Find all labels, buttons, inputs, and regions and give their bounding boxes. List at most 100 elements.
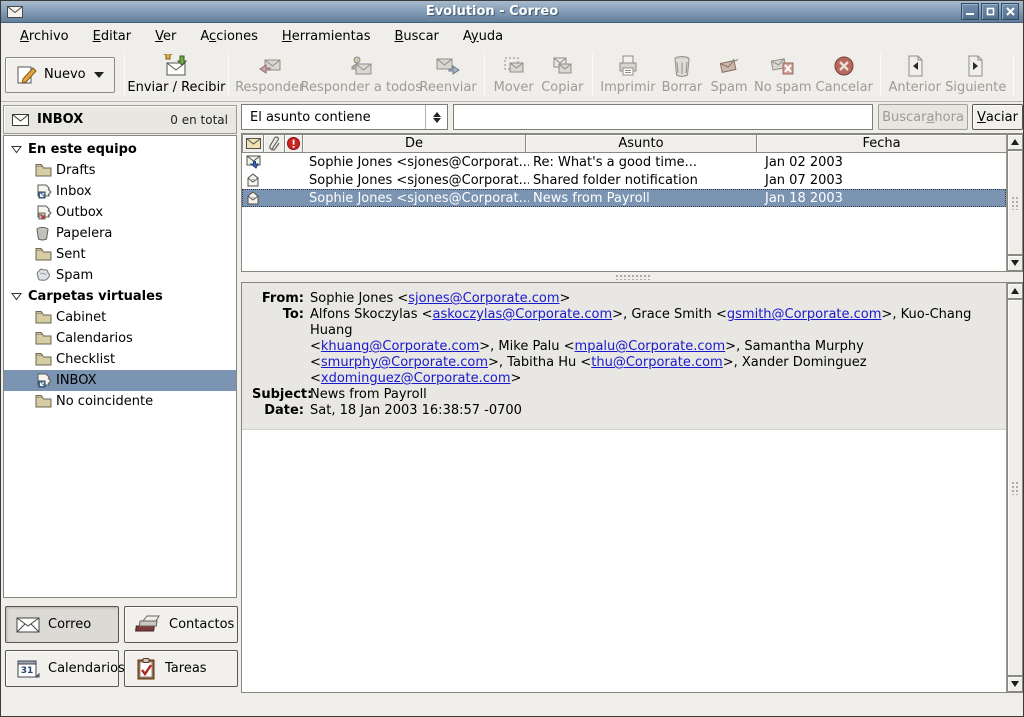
column-header-mail-status[interactable] [242,134,264,153]
spam-icon [716,54,742,78]
switcher-contactos[interactable]: Contactos [124,606,238,643]
menu-archivo[interactable]: Archivo [9,26,80,47]
message-list-scrollbar[interactable] [1006,134,1023,271]
column-header-fecha[interactable]: Fecha [756,134,1006,153]
folder-sent[interactable]: Sent [4,244,236,265]
email-link[interactable]: askoczylas@Corporate.com [433,307,613,322]
folder-spam[interactable]: Spam [4,265,236,286]
message-body [242,430,1006,692]
no-spam-button[interactable]: No spam [752,52,814,97]
search-input[interactable] [453,104,873,130]
clear-search-button[interactable]: Vaciar [972,104,1023,130]
forward-button[interactable]: Reenviar [417,52,478,97]
trash-icon [35,226,52,241]
menu-ayuda[interactable]: Ayuda [452,26,514,47]
email-link[interactable]: gsmith@Corporate.com [727,307,882,322]
spam-button[interactable]: Spam [706,52,752,97]
toolbar: Nuevo Enviar / Recibir Responder Responder … [1,48,1023,102]
combo-spinner-icon[interactable] [425,105,447,129]
mail-open-icon [242,173,264,187]
column-header-de[interactable]: De [302,134,526,153]
tree-group-carpetas-virtuales[interactable]: Carpetas virtuales [4,286,236,307]
email-link[interactable]: smurphy@Corporate.com [321,355,488,370]
message-row[interactable]: Sophie Jones <sjones@Corporat... Re: What… [242,153,1006,171]
folder-icon [35,310,52,325]
column-header-asunto[interactable]: Asunto [525,134,757,153]
column-header-attachment[interactable] [263,134,285,153]
date-label: Date: [264,403,304,418]
cancel-button[interactable]: Cancelar [814,52,875,97]
scroll-thumb[interactable] [1007,299,1023,676]
message-row[interactable]: Sophie Jones <sjones@Corporat... News fro… [242,189,1006,207]
horizontal-splitter[interactable] [241,273,1023,281]
copy-button[interactable]: Copiar [538,52,587,97]
folder-outbox[interactable]: Outbox [4,202,236,223]
message-row[interactable]: Sophie Jones <sjones@Corporat... Shared f… [242,171,1006,189]
next-button[interactable]: Siguiente [943,52,1008,97]
folder-calendarios[interactable]: Calendarios [4,328,236,349]
scroll-up-button[interactable] [1007,134,1023,150]
reply-all-button[interactable]: Responder a todos [301,52,422,97]
expander-icon[interactable] [11,292,22,301]
maximize-button[interactable] [981,3,999,20]
folder-papelera[interactable]: Papelera [4,223,236,244]
folder-header-bar[interactable]: INBOX 0 en total [3,105,237,134]
move-button[interactable]: Mover [490,52,538,97]
search-filter-select[interactable]: El asunto contiene [241,104,448,130]
print-button[interactable]: Imprimir [598,52,658,97]
switcher-correo[interactable]: Correo [5,606,119,643]
folder-cabinet[interactable]: Cabinet [4,307,236,328]
email-link[interactable]: khuang@Corporate.com [321,339,479,354]
scroll-down-button[interactable] [1007,676,1023,692]
reply-button[interactable]: Responder [234,52,305,97]
sender-cell: Sophie Jones <sjones@Corporat... [309,190,529,206]
switcher-calendarios[interactable]: 31 Calendarios [5,650,125,687]
to-line: <xdominguez@Corporate.com> [310,371,996,387]
print-icon [615,54,641,78]
email-link[interactable]: xdominguez@Corporate.com [321,371,511,386]
menu-buscar[interactable]: Buscar [383,26,449,47]
subject-cell: Shared folder notification [533,172,698,188]
email-link[interactable]: sjones@Corporate.com [408,291,559,306]
column-header-importance[interactable] [284,134,303,153]
menu-acciones[interactable]: Acciones [189,26,269,47]
switcher-tareas[interactable]: Tareas [124,650,238,687]
tree-group-en-este-equipo[interactable]: En este equipo [4,139,236,160]
preview-scrollbar[interactable] [1006,283,1023,692]
header-text: >, Tabitha Hu < [488,355,592,370]
scroll-up-button[interactable] [1007,283,1023,299]
menu-herramientas[interactable]: Herramientas [271,26,382,47]
folder-message-count: 0 en total [170,112,228,127]
folder-no-coincidente[interactable]: No coincidente [4,391,236,412]
send-receive-button[interactable]: Enviar / Recibir [127,52,226,97]
outbox-icon [35,205,52,220]
scroll-down-button[interactable] [1007,255,1023,271]
cancel-icon [831,54,857,78]
folder-tree: En este equipo Drafts Inbox Outbox Papelera S… [3,135,237,598]
folder-inbox[interactable]: INBOX [4,370,236,391]
no-spam-icon [770,54,796,78]
minimize-button[interactable] [961,3,979,20]
previous-button[interactable]: Anterior [886,52,944,97]
search-now-button[interactable]: Buscar a hora [878,104,968,130]
mail-open-icon [242,191,264,205]
folder-inbox[interactable]: Inbox [4,181,236,202]
menu-editar[interactable]: Editar [82,26,143,47]
splitter-grip[interactable] [614,274,651,280]
close-button[interactable] [1001,3,1019,20]
folder-checklist[interactable]: Checklist [4,349,236,370]
toolbar-separator [592,53,594,96]
statusbar [1,694,1023,716]
header-text: Sophie Jones < [310,291,409,306]
email-link[interactable]: mpalu@Corporate.com [575,339,726,354]
importance-icon [287,137,300,150]
expander-icon[interactable] [11,145,22,154]
delete-button[interactable]: Borrar [658,52,706,97]
mail-icon [16,617,40,633]
scroll-thumb[interactable] [1007,150,1023,255]
menu-ver[interactable]: Ver [144,26,187,47]
folder-drafts[interactable]: Drafts [4,160,236,181]
titlebar[interactable]: Evolution - Correo [1,1,1023,23]
email-link[interactable]: thu@Corporate.com [591,355,722,370]
new-button[interactable]: Nuevo [5,56,115,93]
